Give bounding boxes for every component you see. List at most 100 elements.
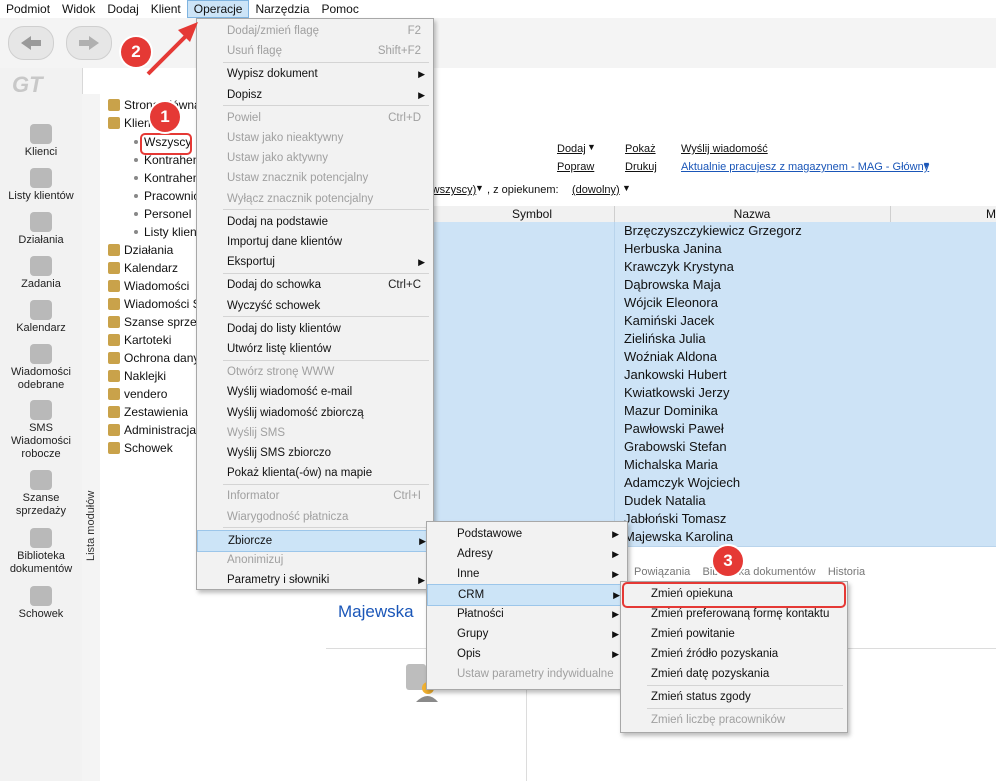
menu-item-ustaw-jako-nieaktywny[interactable]: Ustaw jako nieaktywny bbox=[197, 128, 433, 148]
menu-item-dodaj-do-listy-klientow[interactable]: Dodaj do listy klientów bbox=[197, 319, 433, 339]
magazyn-dropdown-icon[interactable]: ▼ bbox=[922, 160, 931, 170]
back-button[interactable] bbox=[8, 26, 54, 60]
table-row[interactable]: Kamiński Jacek bbox=[432, 312, 996, 331]
menu-pomoc[interactable]: Pomoc bbox=[316, 0, 365, 18]
menu-item-wylacz-znacznik-potencjalny[interactable]: Wyłącz znacznik potencjalny bbox=[197, 189, 433, 209]
filter-klienci[interactable]: (wszyscy) bbox=[428, 184, 476, 196]
link-popraw[interactable]: Popraw bbox=[557, 161, 594, 173]
menu-item-dodaj-na-podstawie[interactable]: Dodaj na podstawie bbox=[197, 212, 433, 232]
menu-item-wypisz-dokument[interactable]: Wypisz dokument ▶ bbox=[197, 64, 433, 84]
menu-item-pokaz-klienta-ow-na-mapie[interactable]: Pokaż klienta(-ów) na mapie bbox=[197, 463, 433, 483]
table-row[interactable]: Wójcik Eleonora bbox=[432, 294, 996, 313]
tree-item-naklejki[interactable]: Naklejki bbox=[108, 369, 166, 383]
table-row[interactable]: Dąbrowska Maja bbox=[432, 276, 996, 295]
menu-podmiot[interactable]: Podmiot bbox=[0, 0, 56, 18]
table-row[interactable]: Woźniak Aldona bbox=[432, 348, 996, 367]
menu-dodaj[interactable]: Dodaj bbox=[101, 0, 144, 18]
tree-item-pracownicy[interactable]: Pracownicy bbox=[134, 189, 205, 203]
menu-item-grupy[interactable]: Grupy ▶ bbox=[427, 624, 627, 644]
menu-item-zmien-date-pozyskania[interactable]: Zmień datę pozyskania bbox=[621, 664, 847, 684]
table-row[interactable]: Brzęczyszczykiewicz Grzegorz bbox=[432, 222, 996, 241]
menu-item-wyslij-sms[interactable]: Wyślij SMS bbox=[197, 423, 433, 443]
table-row[interactable]: Zielińska Julia bbox=[432, 330, 996, 349]
menu-item-dodaj-zmien-flage[interactable]: Dodaj/zmień flagę F2 bbox=[197, 21, 433, 41]
forward-button[interactable] bbox=[66, 26, 112, 60]
table-row[interactable]: Krawczyk Krystyna bbox=[432, 258, 996, 277]
table-row[interactable]: Dudek Natalia bbox=[432, 492, 996, 511]
sidebar-item-listy-klientow[interactable]: Listy klientów bbox=[0, 168, 82, 203]
table-row[interactable]: Michalska Maria bbox=[432, 456, 996, 475]
menu-item-utworz-liste-klientow[interactable]: Utwórz listę klientów bbox=[197, 339, 433, 359]
tree-item-vendero[interactable]: vendero bbox=[108, 387, 167, 401]
sidebar-item-dzialania[interactable]: Działania bbox=[0, 212, 82, 247]
link-magazyn[interactable]: Aktualnie pracujesz z magazynem - MAG - … bbox=[681, 161, 929, 173]
menu-item-crm[interactable]: CRM ▶ bbox=[427, 584, 629, 606]
dodaj-dropdown-icon[interactable]: ▼ bbox=[587, 142, 596, 152]
menu-item-parametry-i-slowniki[interactable]: Parametry i słowniki ▶ bbox=[197, 570, 433, 590]
sidebar-item-wiadomosci-odebrane[interactable]: Wiadomości odebrane bbox=[0, 344, 82, 392]
tree-item-kalendarz[interactable]: Kalendarz bbox=[108, 261, 178, 275]
filter-opiekun-dropdown-icon[interactable]: ▼ bbox=[622, 183, 631, 193]
sidebar-item-biblioteka[interactable]: Biblioteka dokumentów bbox=[0, 528, 82, 576]
tab-historia[interactable]: Historia bbox=[828, 566, 865, 578]
menu-item-eksportuj[interactable]: Eksportuj ▶ bbox=[197, 252, 433, 272]
sidebar-item-schowek[interactable]: Schowek bbox=[0, 586, 82, 621]
table-row[interactable]: Grabowski Stefan bbox=[432, 438, 996, 457]
menu-item-otworz-strone-www[interactable]: Otwórz stronę WWW bbox=[197, 362, 433, 382]
table-row[interactable]: Adamczyk Wojciech bbox=[432, 474, 996, 493]
link-wyslij-wiadomosc[interactable]: Wyślij wiadomość bbox=[681, 143, 768, 155]
menu-widok[interactable]: Widok bbox=[56, 0, 101, 18]
menu-item-adresy[interactable]: Adresy ▶ bbox=[427, 544, 627, 564]
link-pokaz[interactable]: Pokaż bbox=[625, 143, 656, 155]
tree-item-personel[interactable]: Personel bbox=[134, 207, 191, 221]
tree-item-wiadomosci[interactable]: Wiadomości bbox=[108, 279, 189, 293]
column-symbol[interactable]: Symbol bbox=[450, 206, 615, 222]
menu-item-wyslij-wiadomosc-zbiorcza[interactable]: Wyślij wiadomość zbiorczą bbox=[197, 403, 433, 423]
tree-item-dzialania[interactable]: Działania bbox=[108, 243, 173, 257]
menu-item-wiarygodnosc-platnicza[interactable]: Wiarygodność płatnicza bbox=[197, 507, 433, 527]
menu-item-dopisz[interactable]: Dopisz ▶ bbox=[197, 85, 433, 105]
menu-item-powiel[interactable]: Powiel Ctrl+D bbox=[197, 108, 433, 128]
table-row[interactable]: Jankowski Hubert bbox=[432, 366, 996, 385]
menu-klient[interactable]: Klient bbox=[145, 0, 187, 18]
menu-item-anonimizuj[interactable]: Anonimizuj bbox=[197, 550, 433, 570]
menu-item-ustaw-parametry-indywidualne[interactable]: Ustaw parametry indywidualne bbox=[427, 664, 627, 684]
table-row[interactable]: Pawłowski Paweł bbox=[432, 420, 996, 439]
menu-item-ustaw-jako-aktywny[interactable]: Ustaw jako aktywny bbox=[197, 148, 433, 168]
table-row[interactable]: Mazur Dominika bbox=[432, 402, 996, 421]
tree-item-zestawienia[interactable]: Zestawienia bbox=[108, 405, 188, 419]
link-dodaj[interactable]: Dodaj bbox=[557, 143, 586, 155]
menu-item-inne[interactable]: Inne ▶ bbox=[427, 564, 627, 584]
column-m[interactable]: M bbox=[890, 206, 996, 222]
menu-item-podstawowe[interactable]: Podstawowe ▶ bbox=[427, 524, 627, 544]
tree-item-administracja[interactable]: Administracja bbox=[108, 423, 196, 437]
menu-item-wyslij-wiadomosc-e-mail[interactable]: Wyślij wiadomość e-mail bbox=[197, 382, 433, 402]
menu-item-zmien-liczbe-pracownikow[interactable]: Zmień liczbę pracowników bbox=[621, 710, 847, 730]
menu-item-ustaw-znacznik-potencjalny[interactable]: Ustaw znacznik potencjalny bbox=[197, 168, 433, 188]
sidebar-item-kalendarz[interactable]: Kalendarz bbox=[0, 300, 82, 335]
menu-narzedzia[interactable]: Narzędzia bbox=[249, 0, 315, 18]
link-drukuj[interactable]: Drukuj bbox=[625, 161, 657, 173]
table-row[interactable]: Herbuska Janina bbox=[432, 240, 996, 259]
menu-item-informator[interactable]: Informator Ctrl+I bbox=[197, 486, 433, 506]
menu-item-usun-flage[interactable]: Usuń flagę Shift+F2 bbox=[197, 41, 433, 61]
sidebar-item-klienci[interactable]: Klienci bbox=[0, 124, 82, 159]
menu-item-zmien-status-zgody[interactable]: Zmień status zgody bbox=[621, 687, 847, 707]
menu-item-wyczysc-schowek[interactable]: Wyczyść schowek bbox=[197, 296, 433, 316]
filter-klienci-dropdown-icon[interactable]: ▼ bbox=[475, 183, 484, 193]
sidebar-item-sms[interactable]: SMS Wiadomości robocze bbox=[0, 400, 82, 461]
menu-item-dodaj-do-schowka[interactable]: Dodaj do schowka Ctrl+C bbox=[197, 275, 433, 295]
menu-operacje[interactable]: Operacje bbox=[186, 0, 250, 18]
menu-item-wyslij-sms-zbiorczo[interactable]: Wyślij SMS zbiorczo bbox=[197, 443, 433, 463]
tree-item-schowek[interactable]: Schowek bbox=[108, 441, 173, 455]
table-row[interactable]: Kwiatkowski Jerzy bbox=[432, 384, 996, 403]
module-list-strip[interactable] bbox=[82, 94, 101, 781]
menu-item-platnosci[interactable]: Płatności ▶ bbox=[427, 604, 627, 624]
menu-item-importuj-dane-klientow[interactable]: Importuj dane klientów bbox=[197, 232, 433, 252]
filter-opiekun[interactable]: (dowolny) bbox=[572, 184, 620, 196]
column-nazwa[interactable]: Nazwa bbox=[614, 206, 891, 222]
menu-item-zmien-powitanie[interactable]: Zmień powitanie bbox=[621, 624, 847, 644]
tab-powiazania[interactable]: Powiązania bbox=[634, 566, 690, 578]
sidebar-item-szanse[interactable]: Szanse sprzedaży bbox=[0, 470, 82, 518]
sidebar-item-zadania[interactable]: Zadania bbox=[0, 256, 82, 291]
